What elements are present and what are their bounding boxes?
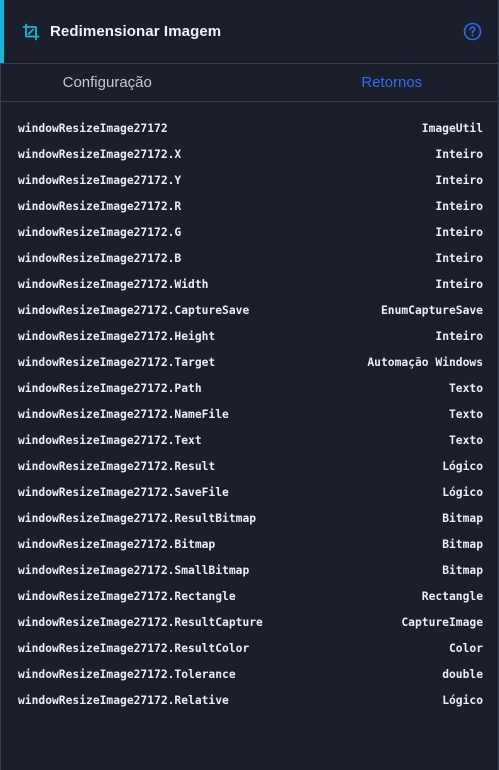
return-variable-name: windowResizeImage27172.ResultCapture <box>18 615 263 629</box>
return-variable-name: windowResizeImage27172.Path <box>18 381 202 395</box>
return-variable-name: windowResizeImage27172.G <box>18 225 182 239</box>
return-variable-name: windowResizeImage27172.B <box>18 251 182 265</box>
properties-panel: Redimensionar Imagem Configuração Retorn… <box>0 0 499 770</box>
return-variable-name: windowResizeImage27172.X <box>18 147 182 161</box>
return-variable-type: Bitmap <box>442 511 483 525</box>
list-item[interactable]: windowResizeImage27172.Target Automação W… <box>1 349 498 375</box>
return-variable-type: Lógico <box>442 459 483 473</box>
list-item[interactable]: windowResizeImage27172.B Inteiro <box>1 245 498 271</box>
list-item[interactable]: windowResizeImage27172.SmallBitmap Bitmap <box>1 557 498 583</box>
list-item[interactable]: windowResizeImage27172.NameFile Texto <box>1 401 498 427</box>
return-variable-type: Color <box>448 641 483 655</box>
list-item[interactable]: windowResizeImage27172.Tolerance double <box>1 661 498 687</box>
list-item[interactable]: windowResizeImage27172.Relative Lógico <box>1 687 498 713</box>
return-variable-type: EnumCaptureSave <box>380 303 483 317</box>
return-variable-type: Inteiro <box>435 147 483 161</box>
tab-bar: Configuração Retornos <box>1 64 498 102</box>
return-variable-name: windowResizeImage27172.Relative <box>18 693 229 707</box>
return-variable-name: windowResizeImage27172.ResultColor <box>18 641 250 655</box>
return-variable-name: windowResizeImage27172.SaveFile <box>18 485 229 499</box>
return-variable-name: windowResizeImage27172.Rectangle <box>18 589 236 603</box>
return-variable-name: windowResizeImage27172.Tolerance <box>18 667 236 681</box>
return-variable-type: Inteiro <box>435 225 483 239</box>
list-item[interactable]: windowResizeImage27172.Rectangle Rectangl… <box>1 583 498 609</box>
return-variable-name: windowResizeImage27172.Result <box>18 459 216 473</box>
return-variable-type: double <box>442 667 483 681</box>
return-variable-name: windowResizeImage27172 <box>18 121 168 135</box>
help-circle-icon[interactable] <box>463 22 482 41</box>
list-item[interactable]: windowResizeImage27172.ResultColor Color <box>1 635 498 661</box>
return-variable-type: CaptureImage <box>401 615 483 629</box>
list-item[interactable]: windowResizeImage27172.Result Lógico <box>1 453 498 479</box>
panel-title: Redimensionar Imagem <box>50 23 222 40</box>
return-variable-type: Rectangle <box>421 589 483 603</box>
list-item[interactable]: windowResizeImage27172.ResultBitmap Bitma… <box>1 505 498 531</box>
return-variable-type: Texto <box>448 407 483 421</box>
list-item[interactable]: windowResizeImage27172.CaptureSave EnumCa… <box>1 297 498 323</box>
return-variable-name: windowResizeImage27172.Text <box>18 433 202 447</box>
tab-retornos[interactable]: Retornos <box>250 64 499 101</box>
return-variable-name: windowResizeImage27172.Bitmap <box>18 537 216 551</box>
return-variable-type: Inteiro <box>435 199 483 213</box>
resize-icon <box>22 23 40 41</box>
return-variable-name: windowResizeImage27172.CaptureSave <box>18 303 250 317</box>
return-variable-type: Inteiro <box>435 173 483 187</box>
list-item[interactable]: windowResizeImage27172.Path Texto <box>1 375 498 401</box>
return-variable-name: windowResizeImage27172.ResultBitmap <box>18 511 257 525</box>
list-item[interactable]: windowResizeImage27172.ResultCapture Capt… <box>1 609 498 635</box>
return-variable-type: Bitmap <box>442 537 483 551</box>
return-variable-name: windowResizeImage27172.R <box>18 199 182 213</box>
returns-list: windowResizeImage27172 ImageUtil windowRes… <box>1 102 498 713</box>
return-variable-type: Texto <box>448 381 483 395</box>
return-variable-type: Automação Windows <box>367 355 483 369</box>
return-variable-name: windowResizeImage27172.Y <box>18 173 182 187</box>
return-variable-type: Bitmap <box>442 563 483 577</box>
return-variable-type: Inteiro <box>435 251 483 265</box>
return-variable-type: ImageUtil <box>421 121 483 135</box>
return-variable-type: Lógico <box>442 485 483 499</box>
return-variable-type: Lógico <box>442 693 483 707</box>
list-item[interactable]: windowResizeImage27172.Height Inteiro <box>1 323 498 349</box>
return-variable-name: windowResizeImage27172.NameFile <box>18 407 229 421</box>
header-accent-bar <box>0 0 4 63</box>
list-item[interactable]: windowResizeImage27172.Bitmap Bitmap <box>1 531 498 557</box>
list-item[interactable]: windowResizeImage27172.X Inteiro <box>1 141 498 167</box>
return-variable-type: Texto <box>448 433 483 447</box>
return-variable-name: windowResizeImage27172.Width <box>18 277 209 291</box>
return-variable-type: Inteiro <box>435 277 483 291</box>
panel-header: Redimensionar Imagem <box>0 0 498 64</box>
list-item[interactable]: windowResizeImage27172.G Inteiro <box>1 219 498 245</box>
return-variable-name: windowResizeImage27172.Height <box>18 329 216 343</box>
list-item[interactable]: windowResizeImage27172.Text Texto <box>1 427 498 453</box>
tab-configuracao[interactable]: Configuração <box>1 64 250 101</box>
return-variable-type: Inteiro <box>435 329 483 343</box>
list-item[interactable]: windowResizeImage27172 ImageUtil <box>1 115 498 141</box>
list-item[interactable]: windowResizeImage27172.R Inteiro <box>1 193 498 219</box>
return-variable-name: windowResizeImage27172.SmallBitmap <box>18 563 250 577</box>
list-item[interactable]: windowResizeImage27172.SaveFile Lógico <box>1 479 498 505</box>
list-item[interactable]: windowResizeImage27172.Y Inteiro <box>1 167 498 193</box>
return-variable-name: windowResizeImage27172.Target <box>18 355 216 369</box>
list-item[interactable]: windowResizeImage27172.Width Inteiro <box>1 271 498 297</box>
